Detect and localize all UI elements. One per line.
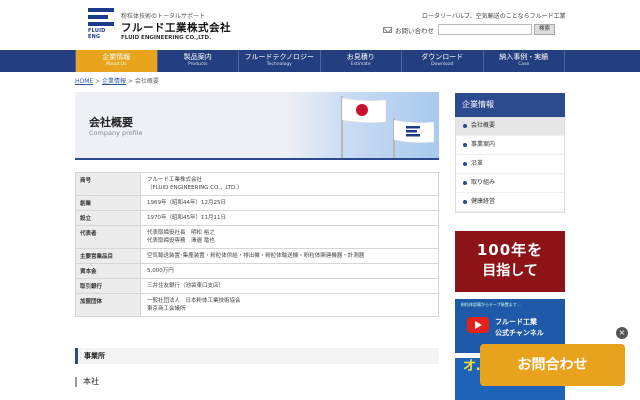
- table-row: 代表者 代表取締役社長 明松 裕之 代表取締役専務 澤邉 竜也: [75, 225, 439, 249]
- bullet-icon: [463, 143, 467, 147]
- promo-line: 100年を: [476, 241, 544, 259]
- sidebar-item-business[interactable]: 事業案内: [456, 136, 564, 155]
- breadcrumb-current: 会社概要: [134, 78, 159, 85]
- sidebar-item-label: 事業案内: [471, 141, 496, 148]
- row-label: 設立: [75, 210, 141, 226]
- table-row: 加盟団体 一般社団法人 日本粉体工業技術協会 東京商工会議所: [75, 293, 439, 317]
- nav-item-estimate[interactable]: お見積り Estimate: [319, 50, 402, 72]
- sidebar-item-label: 健康経営: [471, 198, 496, 205]
- promo-line: 目指して: [482, 263, 538, 279]
- bullet-icon: [463, 200, 467, 204]
- tagline: 粉粒体技術のトータルサポート: [121, 13, 206, 20]
- company-flag-icon: [394, 120, 434, 143]
- page-subtitle: Company profile: [89, 129, 143, 137]
- promo-line: フルード工業: [495, 318, 537, 326]
- row-label: 創業: [75, 195, 141, 211]
- floating-contact-button[interactable]: お問合わせ: [480, 344, 625, 386]
- bullet-icon: [463, 181, 467, 185]
- breadcrumb-parent[interactable]: 企業情報: [102, 78, 126, 85]
- row-value: 代表取締役社長 明松 裕之 代表取締役専務 澤邉 竜也: [140, 225, 439, 249]
- row-value: 5,000万円: [140, 263, 439, 279]
- table-row: 資本金 5,000万円: [75, 263, 439, 279]
- row-value: 三井住友銀行（池袋東口支店）: [140, 278, 439, 294]
- bullet-icon: [463, 162, 467, 166]
- section-heading-offices: 事業所: [75, 348, 439, 364]
- table-row: 創業 1969年（昭和44年）12月25日: [75, 195, 439, 211]
- nav-label: 製品案内: [183, 53, 212, 61]
- bullet-icon: [463, 124, 467, 128]
- row-label: 取引銀行: [75, 278, 141, 294]
- nav-sublabel: Case: [518, 62, 530, 67]
- logo-caption: FLUID ENG: [88, 28, 106, 40]
- global-nav: 企業情報 About Us 製品案内 Products フルードテクノロジー Tech…: [0, 50, 640, 72]
- row-value: 1969年（昭和44年）12月25日: [140, 195, 439, 211]
- promo-banner-100-years[interactable]: 100年を 目指して: [455, 231, 565, 292]
- page-title: 会社概要: [89, 116, 133, 129]
- sidebar-item-history[interactable]: 沿革: [456, 155, 564, 174]
- sidebar-item-health[interactable]: 健康経営: [456, 193, 564, 212]
- row-label: 商号: [75, 172, 141, 196]
- promo-line: 公式チャンネル: [495, 329, 544, 337]
- nav-label: フルードテクノロジー: [244, 53, 315, 61]
- breadcrumb-sep: >: [126, 78, 135, 85]
- nav-item-about[interactable]: 企業情報 About Us: [75, 50, 157, 72]
- close-icon[interactable]: ×: [616, 327, 628, 339]
- row-value: 1970年（昭和45年）11月11日: [140, 210, 439, 226]
- subsection-heading-hq: 本社: [75, 377, 99, 387]
- sidebar-item-label: 会社概要: [471, 122, 496, 129]
- row-label: 資本金: [75, 263, 141, 279]
- row-label: 主要営業品目: [75, 248, 141, 264]
- company-logo[interactable]: FLUID ENG: [88, 8, 114, 40]
- play-icon: [467, 317, 489, 333]
- company-info-table: 商号 フルード工業株式会社 （FLUID ENGINEERING CO.，LTD.…: [75, 172, 439, 317]
- nav-label: 企業情報: [102, 53, 131, 61]
- sidebar-item-initiatives[interactable]: 取り組み: [456, 174, 564, 193]
- header-contact-link[interactable]: お問い合わせ: [383, 25, 434, 35]
- sidebar-item-profile[interactable]: 会社概要: [456, 117, 564, 136]
- row-label: 加盟団体: [75, 293, 141, 317]
- row-value: 一般社団法人 日本粉体工業技術協会 東京商工会議所: [140, 293, 439, 317]
- nav-item-products[interactable]: 製品案内 Products: [156, 50, 239, 72]
- row-label: 代表者: [75, 225, 141, 249]
- breadcrumb-sep: >: [93, 78, 103, 85]
- nav-sublabel: Technology: [266, 62, 292, 67]
- promo-caption: 粉粒体設備からテープ装置まで…: [461, 302, 521, 307]
- nav-item-technology[interactable]: フルードテクノロジー Technology: [238, 50, 320, 72]
- breadcrumb-home[interactable]: HOME: [75, 78, 93, 85]
- row-value: 空気輸送装置･集塵装置・粉粒体供給・排出機・粉粒体輸送機・粉粒体関連機器・計測器: [140, 248, 439, 264]
- sidebar-list: 会社概要 事業案内 沿革 取り組み 健康経営: [455, 117, 565, 213]
- sidebar-item-label: 沿革: [471, 160, 484, 167]
- nav-label: お見積り: [346, 53, 375, 61]
- header-contact-label: お問い合わせ: [395, 27, 434, 35]
- row-value: フルード工業株式会社 （FLUID ENGINEERING CO.，LTD.）: [140, 172, 439, 196]
- search-button[interactable]: 検索: [534, 24, 555, 35]
- japan-flag-icon: [342, 98, 386, 123]
- sidebar-heading: 企業情報: [455, 93, 565, 117]
- table-row: 取引銀行 三井住友銀行（池袋東口支店）: [75, 278, 439, 294]
- nav-label: 納入事例・実績: [499, 53, 549, 61]
- header: FLUID ENG 粉粒体技術のトータルサポート フルード工業株式会社 FLUI…: [0, 0, 640, 48]
- nav-item-case[interactable]: 納入事例・実績 Case: [482, 50, 565, 72]
- nav-sublabel: Products: [188, 62, 208, 67]
- sidebar: 企業情報 会社概要 事業案内 沿革 取り組み 健康経営: [455, 93, 565, 213]
- table-row: 商号 フルード工業株式会社 （FLUID ENGINEERING CO.，LTD.…: [75, 172, 439, 196]
- nav-item-download[interactable]: ダウンロード Download: [401, 50, 483, 72]
- header-catchphrase: ロータリーバルブ、空気輸送のことならフルード工業: [422, 13, 566, 20]
- nav-sublabel: About Us: [106, 62, 127, 67]
- mail-icon: [383, 27, 392, 33]
- sidebar-item-label: 取り組み: [471, 179, 496, 186]
- search-input[interactable]: [438, 24, 532, 35]
- company-name-en: FLUID ENGINEERING CO.,LTD.: [121, 35, 212, 41]
- breadcrumb: HOME > 企業情報 > 会社概要: [75, 76, 159, 85]
- nav-sublabel: Estimate: [350, 62, 371, 67]
- table-row: 主要営業品目 空気輸送装置･集塵装置・粉粒体供給・排出機・粉粒体輸送機・粉粒体関…: [75, 248, 439, 264]
- nav-sublabel: Download: [431, 62, 454, 67]
- table-row: 設立 1970年（昭和45年）11月11日: [75, 210, 439, 226]
- nav-label: ダウンロード: [421, 53, 464, 61]
- company-name[interactable]: フルード工業株式会社: [121, 20, 231, 35]
- page-banner: 会社概要 Company profile: [75, 92, 439, 160]
